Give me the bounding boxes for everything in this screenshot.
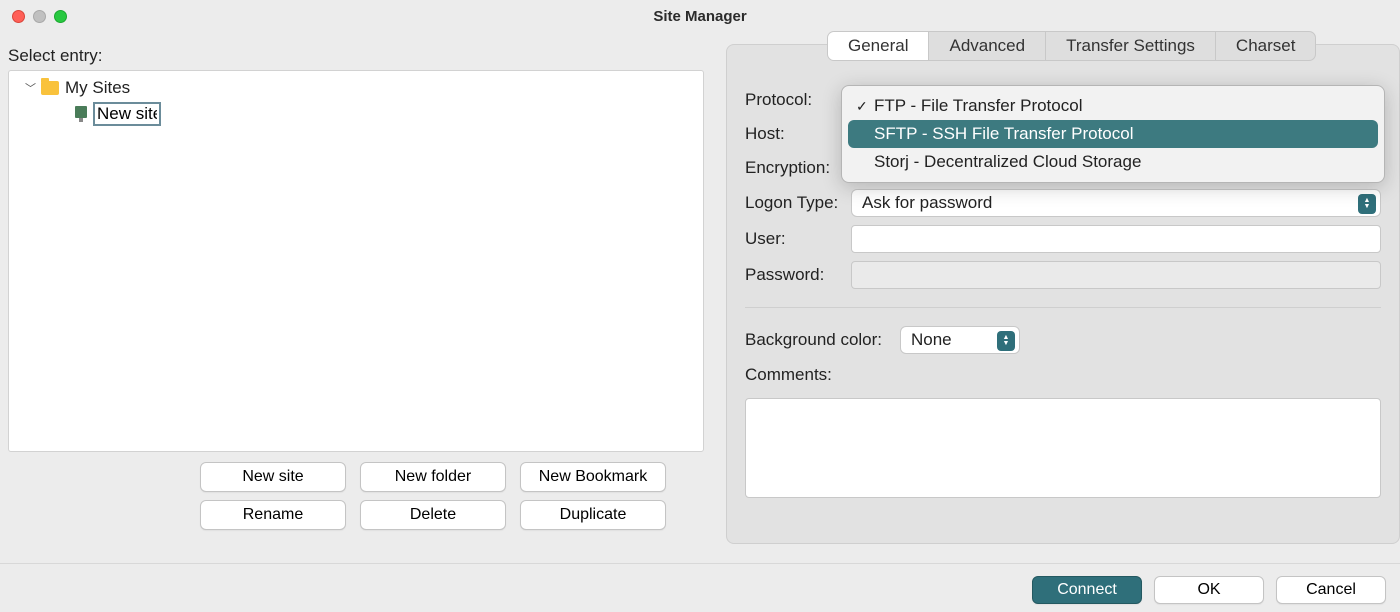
server-icon — [75, 106, 87, 122]
new-folder-button[interactable]: New folder — [360, 462, 506, 492]
password-input[interactable] — [851, 261, 1381, 289]
comments-label: Comments: — [745, 365, 851, 385]
protocol-option-label: Storj - Decentralized Cloud Storage — [874, 152, 1141, 172]
encryption-label: Encryption: — [745, 158, 851, 178]
protocol-option-label: FTP - File Transfer Protocol — [874, 96, 1082, 116]
tab-general[interactable]: General — [828, 32, 929, 60]
tab-bar: General Advanced Transfer Settings Chars… — [827, 31, 1316, 61]
rename-button[interactable]: Rename — [200, 500, 346, 530]
title-bar: Site Manager — [0, 0, 1400, 32]
separator — [745, 307, 1381, 308]
footer-buttons: Connect OK Cancel — [1032, 576, 1386, 604]
password-label: Password: — [745, 265, 851, 285]
left-buttons: New site New folder New Bookmark Rename … — [200, 462, 704, 530]
protocol-option-label: SFTP - SSH File Transfer Protocol — [874, 124, 1133, 144]
protocol-label: Protocol: — [745, 90, 851, 110]
connect-button[interactable]: Connect — [1032, 576, 1142, 604]
window-title: Site Manager — [0, 8, 1400, 25]
user-label: User: — [745, 229, 851, 249]
tree-folder-row[interactable]: ﹀ My Sites — [9, 75, 703, 101]
logon-type-value: Ask for password — [862, 193, 992, 213]
protocol-option-storj[interactable]: Storj - Decentralized Cloud Storage — [848, 148, 1378, 176]
chevron-down-icon[interactable]: ﹀ — [25, 80, 41, 96]
cancel-button[interactable]: Cancel — [1276, 576, 1386, 604]
site-name-input[interactable] — [93, 102, 161, 126]
user-input[interactable] — [851, 225, 1381, 253]
select-chevron-icon: ▲▼ — [1358, 194, 1376, 214]
site-tree[interactable]: ﹀ My Sites — [8, 70, 704, 452]
folder-icon — [41, 81, 59, 95]
new-site-button[interactable]: New site — [200, 462, 346, 492]
settings-panel: General Advanced Transfer Settings Chars… — [726, 44, 1400, 544]
tab-charset[interactable]: Charset — [1216, 32, 1316, 60]
comments-textarea[interactable] — [745, 398, 1381, 498]
tab-transfer-settings[interactable]: Transfer Settings — [1046, 32, 1216, 60]
footer-separator — [0, 563, 1400, 564]
background-color-select[interactable]: None ▲▼ — [900, 326, 1020, 354]
protocol-option-ftp[interactable]: ✓ FTP - File Transfer Protocol — [848, 92, 1378, 120]
logon-type-select[interactable]: Ask for password ▲▼ — [851, 189, 1381, 217]
background-color-value: None — [911, 330, 952, 350]
select-entry-label: Select entry: — [8, 46, 704, 66]
duplicate-button[interactable]: Duplicate — [520, 500, 666, 530]
logon-type-label: Logon Type: — [745, 193, 851, 213]
new-bookmark-button[interactable]: New Bookmark — [520, 462, 666, 492]
select-chevron-icon: ▲▼ — [997, 331, 1015, 351]
host-label: Host: — [745, 124, 851, 144]
checkmark-icon: ✓ — [856, 98, 874, 115]
protocol-option-sftp[interactable]: SFTP - SSH File Transfer Protocol — [848, 120, 1378, 148]
tab-advanced[interactable]: Advanced — [929, 32, 1046, 60]
background-color-label: Background color: — [745, 330, 900, 350]
left-pane: Select entry: ﹀ My Sites New site New fo… — [0, 32, 712, 562]
right-pane: General Advanced Transfer Settings Chars… — [712, 32, 1400, 562]
ok-button[interactable]: OK — [1154, 576, 1264, 604]
protocol-dropdown-popup[interactable]: ✓ FTP - File Transfer Protocol SFTP - SS… — [841, 85, 1385, 183]
tree-site-row[interactable] — [9, 101, 703, 127]
folder-label: My Sites — [65, 78, 130, 98]
delete-button[interactable]: Delete — [360, 500, 506, 530]
